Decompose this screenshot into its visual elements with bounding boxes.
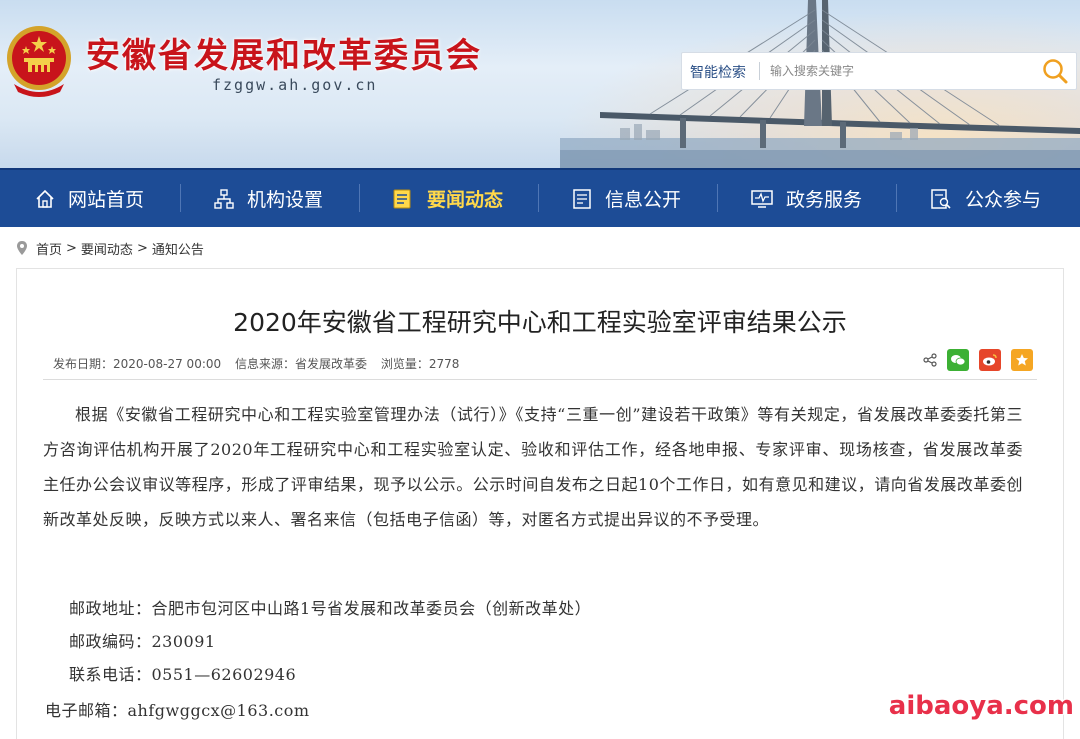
share-icon[interactable] — [923, 353, 937, 367]
favorite-star-icon[interactable] — [1011, 349, 1033, 371]
breadcrumb-notices[interactable]: 通知公告 — [152, 239, 204, 258]
nav-label-government-services: 政务服务 — [786, 189, 863, 211]
nav-label-home: 网站首页 — [68, 189, 145, 211]
breadcrumb-separator: > — [66, 240, 77, 256]
share-bar — [923, 349, 1033, 371]
article-paragraph: 根据《安徽省工程研究中心和工程实验室管理办法（试行）》《支持“三重一创”建设若干… — [43, 405, 1023, 529]
nav-item-home[interactable]: 网站首页 — [34, 170, 144, 227]
wechat-share-icon[interactable] — [947, 349, 969, 371]
document-icon — [573, 188, 591, 209]
org-chart-icon — [214, 188, 234, 209]
site-domain: fzggw.ah.gov.cn — [212, 76, 378, 94]
breadcrumb-news[interactable]: 要闻动态 — [81, 239, 133, 258]
breadcrumb: 首页 > 要闻动态 > 通知公告 — [16, 238, 208, 258]
location-pin-icon — [17, 241, 27, 255]
meta-divider — [43, 379, 1037, 380]
contact-email: 电子邮箱：ahfgwggcx@163.com — [45, 701, 310, 720]
article-meta: 发布日期：2020-08-27 00:00 信息来源：省发展改革委 浏览量：27… — [53, 355, 469, 372]
breadcrumb-home[interactable]: 首页 — [36, 239, 62, 258]
nav-item-organization[interactable]: 机构设置 — [213, 170, 323, 227]
nav-label-info-disclosure: 信息公开 — [605, 189, 682, 211]
search-divider — [759, 62, 760, 80]
nav-divider — [717, 184, 718, 212]
view-count: 浏览量：2778 — [380, 357, 460, 371]
nav-item-public-participation[interactable]: 公众参与 — [929, 170, 1041, 227]
nav-item-info-disclosure[interactable]: 信息公开 — [571, 170, 681, 227]
nav-divider — [896, 184, 897, 212]
article-panel: 2020年安徽省工程研究中心和工程实验室评审结果公示 发布日期：2020-08-… — [16, 268, 1064, 739]
nav-divider — [180, 184, 181, 212]
info-source: 信息来源：省发展改革委 — [234, 357, 367, 371]
nav-label-news: 要闻动态 — [427, 189, 504, 211]
breadcrumb-separator: > — [136, 240, 148, 256]
contact-postcode: 邮政编码：230091 — [69, 632, 216, 651]
watermark-text: aibaoya.com — [888, 691, 1074, 721]
nav-label-organization: 机构设置 — [247, 189, 324, 211]
home-icon — [36, 189, 54, 208]
site-header: 安徽省发展和改革委员会 fzggw.ah.gov.cn 智能检索 — [0, 0, 1080, 168]
smart-search-label[interactable]: 智能检索 — [690, 62, 746, 82]
national-emblem-icon — [7, 26, 71, 97]
search-input[interactable] — [768, 59, 1022, 83]
monitor-icon — [751, 189, 773, 208]
contact-address: 邮政地址：合肥市包河区中山路1号省发展和改革委员会（创新改革处） — [69, 599, 592, 618]
site-title: 安徽省发展和改革委员会 — [86, 36, 482, 76]
main-nav: 网站首页 机构设置 要闻动态 信息公开 政务服务 公众参与 — [0, 168, 1080, 227]
weibo-share-icon[interactable] — [979, 349, 1001, 371]
news-icon — [393, 189, 411, 208]
search-box: 智能检索 — [681, 52, 1077, 90]
nav-item-government-services[interactable]: 政务服务 — [750, 170, 862, 227]
nav-divider — [538, 184, 539, 212]
nav-label-public-participation: 公众参与 — [965, 189, 1042, 211]
search-icon[interactable] — [1040, 56, 1070, 86]
search-doc-icon — [931, 188, 951, 209]
article-title: 2020年安徽省工程研究中心和工程实验室评审结果公示 — [233, 308, 847, 337]
nav-divider — [359, 184, 360, 212]
nav-item-news[interactable]: 要闻动态 — [391, 170, 503, 227]
publish-date: 发布日期：2020-08-27 00:00 — [53, 357, 222, 371]
contact-phone: 联系电话：0551—62602946 — [69, 665, 297, 684]
